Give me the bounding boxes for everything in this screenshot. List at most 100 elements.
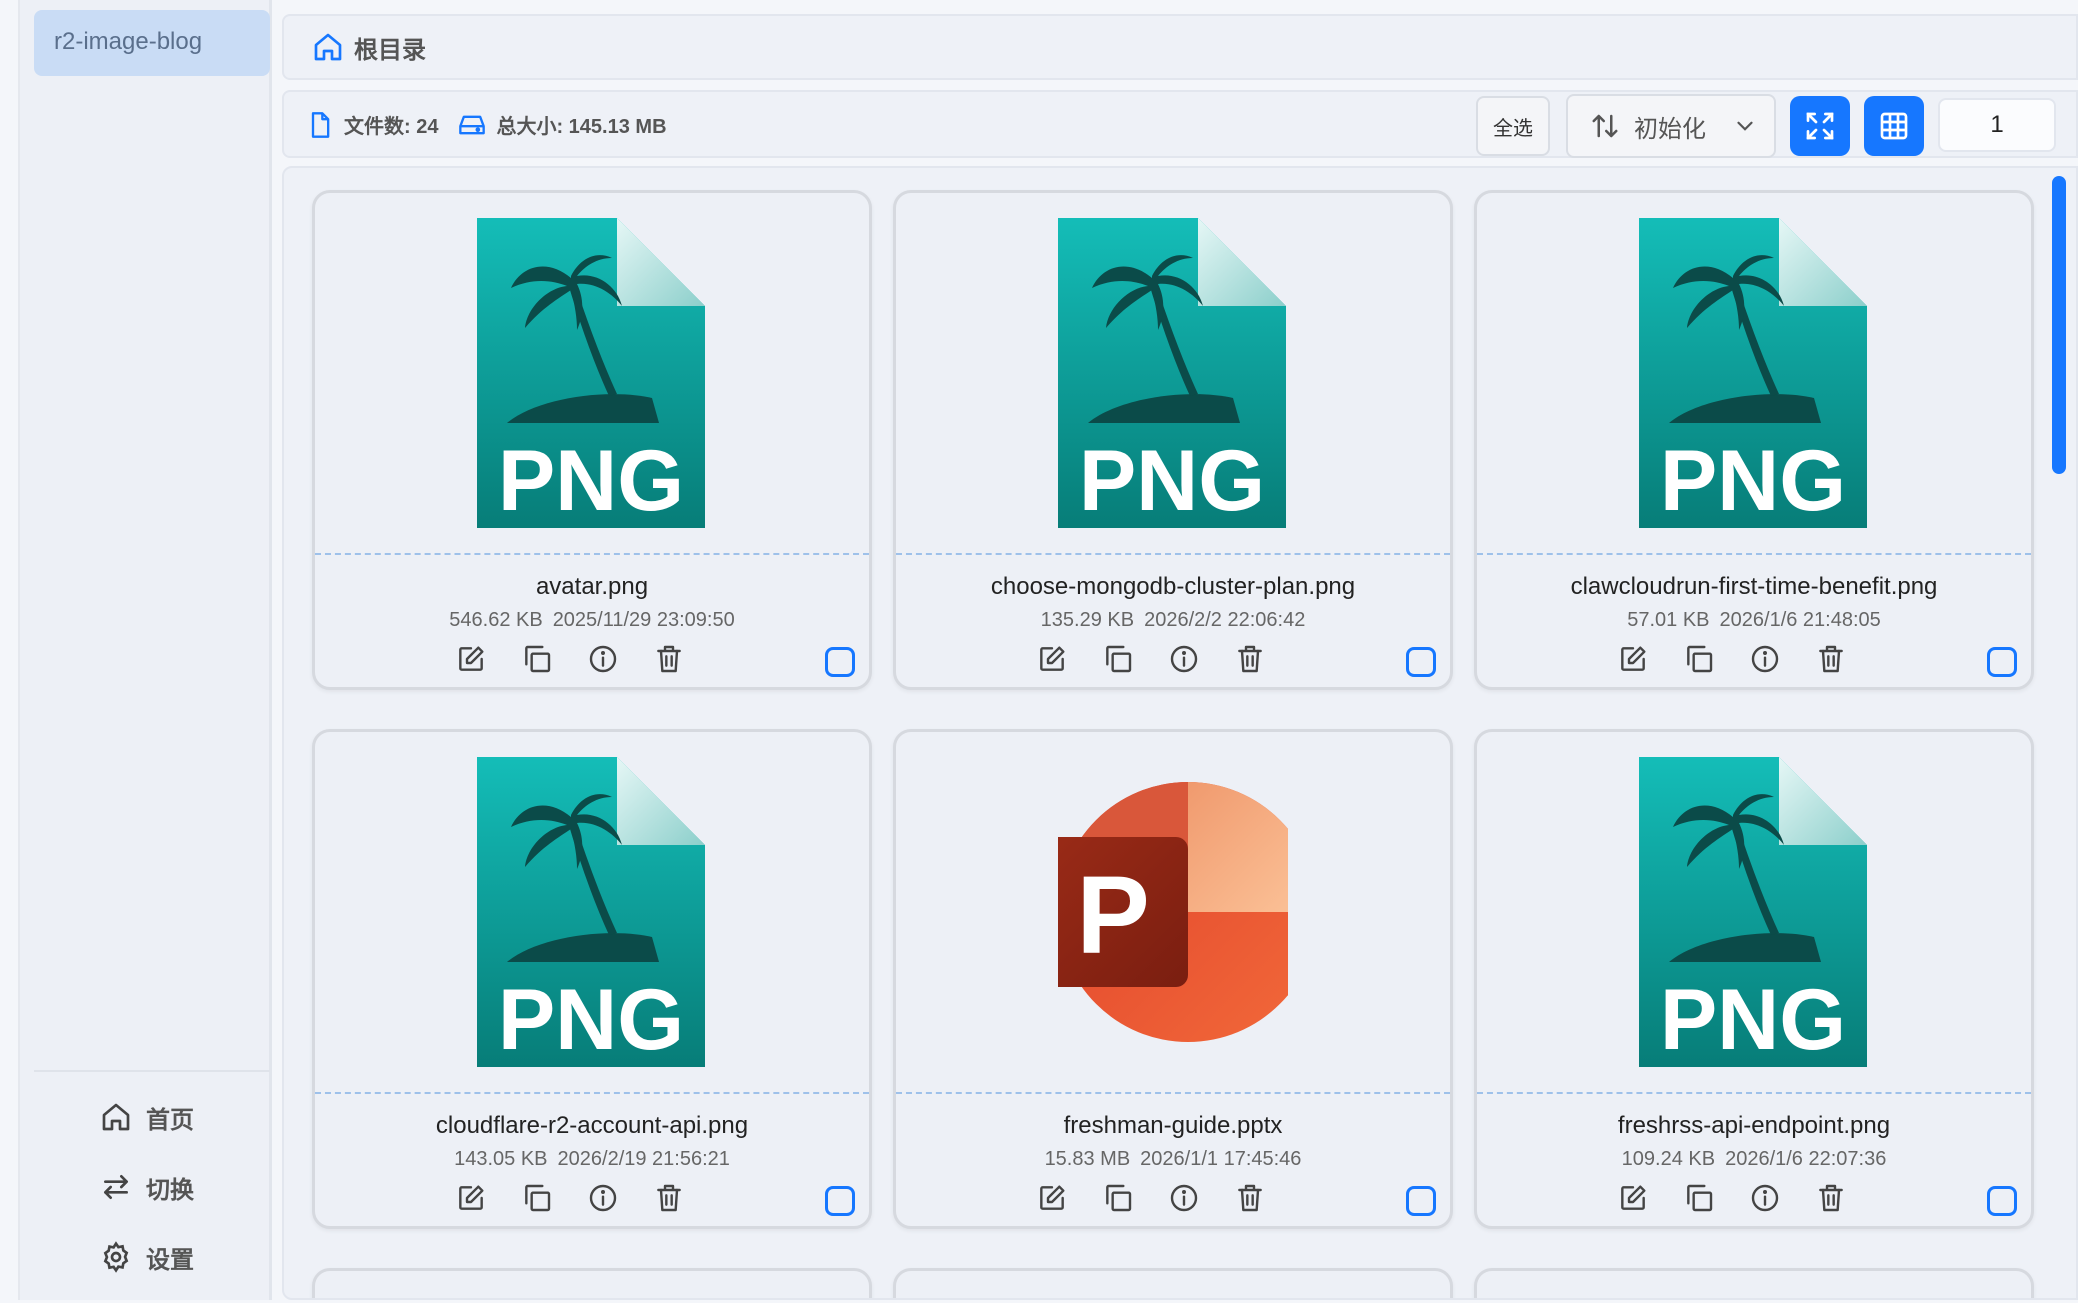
file-card[interactable] [1474, 1268, 2034, 1298]
file-meta: 57.01 KB 2026/1/6 21:48:05 [1477, 609, 2031, 632]
copy-icon[interactable] [1683, 1182, 1715, 1214]
pptx-file-icon[interactable]: P [896, 732, 1450, 1092]
sidebar-bucket-item[interactable]: r2-image-blog [34, 10, 270, 76]
select-all-button[interactable]: 全选 [1476, 96, 1550, 156]
file-time: 2026/1/1 17:45:46 [1140, 1148, 1302, 1170]
file-card[interactable]: PNG choose-mongodb-cluster-plan.png 135.2… [893, 190, 1453, 690]
info-icon[interactable] [1749, 643, 1781, 675]
file-type-label: PNG [1660, 433, 1846, 528]
divider [896, 553, 1450, 555]
file-meta: 109.24 KB 2026/1/6 22:07:36 [1477, 1148, 2031, 1171]
gear-icon [103, 1241, 129, 1273]
sidebar-nav-home[interactable]: 首页 [20, 1092, 274, 1142]
divider [315, 553, 869, 555]
copy-icon[interactable] [1102, 1182, 1134, 1214]
select-checkbox[interactable] [825, 647, 855, 677]
edit-icon[interactable] [455, 643, 487, 675]
edit-icon[interactable] [1036, 1182, 1068, 1214]
sidebar-divider [34, 1070, 270, 1072]
file-card[interactable] [312, 1268, 872, 1298]
trash-icon[interactable] [1234, 643, 1266, 675]
sort-select[interactable]: 初始化 [1566, 94, 1776, 158]
png-file-icon[interactable]: PNG [1477, 732, 2031, 1092]
divider [315, 1092, 869, 1094]
storage-icon [459, 115, 486, 134]
info-icon[interactable] [587, 1182, 619, 1214]
file-actions [455, 643, 685, 675]
edit-icon[interactable] [1617, 1182, 1649, 1214]
file-card[interactable]: PNG freshrss-api-endpoint.png 109.24 KB 20… [1474, 729, 2034, 1229]
chevron-down-icon [1737, 121, 1753, 131]
file-card[interactable]: P freshman-guide.pptx 15.83 MB 2026/1/1 17… [893, 729, 1453, 1229]
file-meta: 143.05 KB 2026/2/19 21:56:21 [315, 1148, 869, 1171]
trash-icon[interactable] [653, 643, 685, 675]
file-icon [311, 111, 330, 138]
file-name: clawcloudrun-first-time-benefit.png [1570, 573, 1938, 600]
sidebar: r2-image-blog 首页 切换 设置 [18, 0, 272, 1300]
file-actions [1617, 1182, 1847, 1214]
file-size: 15.83 MB [1044, 1148, 1131, 1170]
trash-icon[interactable] [1234, 1182, 1266, 1214]
file-size: 57.01 KB [1627, 609, 1710, 631]
png-file-icon[interactable]: PNG [1477, 193, 2031, 553]
copy-icon[interactable] [1102, 643, 1134, 675]
page-size-input[interactable] [1938, 98, 2056, 152]
total-size: 总大小: 145.13 MB [496, 116, 667, 138]
scrollbar[interactable] [2052, 176, 2066, 474]
file-size: 135.29 KB [1040, 609, 1135, 631]
sort-value: 初始化 [1634, 115, 1706, 143]
select-checkbox[interactable] [1406, 647, 1436, 677]
fullscreen-button[interactable] [1790, 96, 1850, 156]
file-card[interactable]: PNG clawcloudrun-first-time-benefit.png 5… [1474, 190, 2034, 690]
edit-icon[interactable] [1036, 643, 1068, 675]
sort-icon [1592, 114, 1618, 138]
file-time: 2026/1/6 21:48:05 [1719, 609, 1881, 631]
file-name: choose-mongodb-cluster-plan.png [990, 573, 1356, 600]
edit-icon[interactable] [1617, 643, 1649, 675]
png-file-icon[interactable]: PNG [896, 193, 1450, 553]
trash-icon[interactable] [1815, 643, 1847, 675]
file-actions [1617, 643, 1847, 675]
breadcrumb-root[interactable]: 根目录 [354, 30, 426, 65]
file-name: avatar.png [535, 573, 649, 600]
sidebar-nav-settings[interactable]: 设置 [20, 1232, 274, 1282]
select-checkbox[interactable] [1987, 647, 2017, 677]
file-size: 546.62 KB [449, 609, 543, 631]
sidebar-nav-label: 首页 [146, 1106, 194, 1134]
divider [1477, 553, 2031, 555]
png-file-icon[interactable]: PNG [315, 732, 869, 1092]
edit-icon[interactable] [455, 1182, 487, 1214]
info-icon[interactable] [1168, 643, 1200, 675]
copy-icon[interactable] [521, 643, 553, 675]
file-meta: 135.29 KB 2026/2/2 22:06:42 [896, 609, 1450, 632]
info-icon[interactable] [1749, 1182, 1781, 1214]
home-icon[interactable] [312, 31, 344, 63]
file-name: cloudflare-r2-account-api.png [435, 1112, 749, 1139]
select-checkbox[interactable] [1406, 1186, 1436, 1216]
copy-icon[interactable] [521, 1182, 553, 1214]
grid-view-button[interactable] [1864, 96, 1924, 156]
trash-icon[interactable] [1815, 1182, 1847, 1214]
info-icon[interactable] [1168, 1182, 1200, 1214]
file-card[interactable] [893, 1268, 1453, 1298]
trash-icon[interactable] [653, 1182, 685, 1214]
file-size: 109.24 KB [1621, 1148, 1716, 1170]
file-card[interactable]: PNG avatar.png 546.62 KB 2025/11/29 23:09:… [312, 190, 872, 690]
png-file-icon[interactable]: PNG [315, 193, 869, 553]
file-actions [1036, 643, 1266, 675]
toolbar: 文件数: 24 总大小: 145.13 MB 全选 初始化 [282, 90, 2078, 158]
file-actions [455, 1182, 685, 1214]
divider [896, 1092, 1450, 1094]
sidebar-nav-switch[interactable]: 切换 [20, 1162, 274, 1212]
copy-icon[interactable] [1683, 643, 1715, 675]
file-type-label: PNG [1660, 972, 1846, 1067]
file-time: 2026/2/2 22:06:42 [1144, 609, 1306, 631]
file-name: freshrss-api-endpoint.png [1617, 1112, 1891, 1139]
breadcrumb: 根目录 [282, 14, 2078, 80]
select-checkbox[interactable] [825, 1186, 855, 1216]
grid-icon [1880, 112, 1908, 140]
info-icon[interactable] [587, 643, 619, 675]
file-card[interactable]: PNG cloudflare-r2-account-api.png 143.05 … [312, 729, 872, 1229]
file-meta: 546.62 KB 2025/11/29 23:09:50 [315, 609, 869, 632]
select-checkbox[interactable] [1987, 1186, 2017, 1216]
